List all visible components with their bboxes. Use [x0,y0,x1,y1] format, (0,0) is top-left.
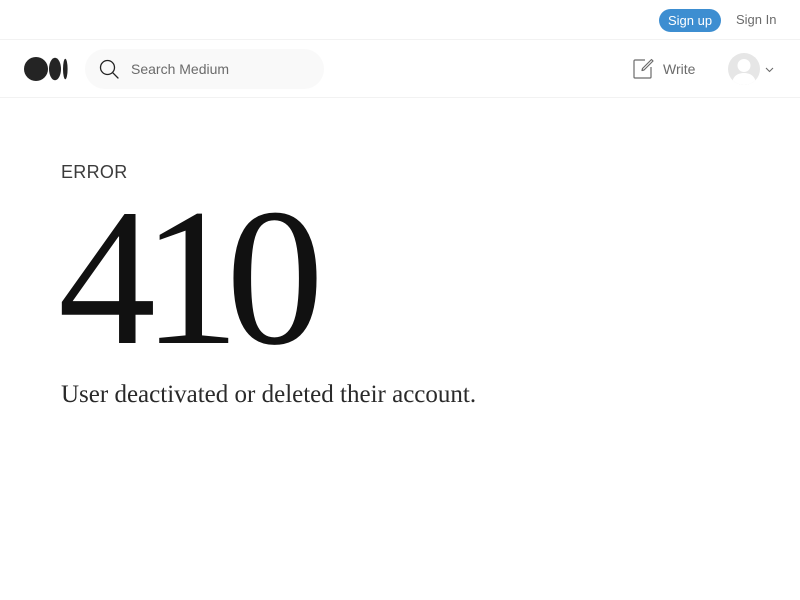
profile-menu-button[interactable] [728,53,776,85]
search-box[interactable] [85,49,324,89]
chevron-down-icon [765,67,774,73]
write-label: Write [663,61,696,77]
medium-logo-icon[interactable] [24,57,68,81]
avatar-placeholder-icon [732,59,756,85]
sign-in-link[interactable]: Sign In [736,12,776,27]
search-input[interactable] [131,49,311,89]
main-navbar: Write [0,40,800,98]
error-code: 410 [58,169,324,386]
write-button[interactable]: Write [632,57,695,81]
search-icon [99,59,119,79]
edit-icon [633,58,654,79]
avatar[interactable] [728,53,760,85]
sign-up-button[interactable]: Sign up [659,9,721,32]
top-bar: Sign up Sign In [0,0,800,40]
error-message: User deactivated or deleted their accoun… [61,381,477,408]
